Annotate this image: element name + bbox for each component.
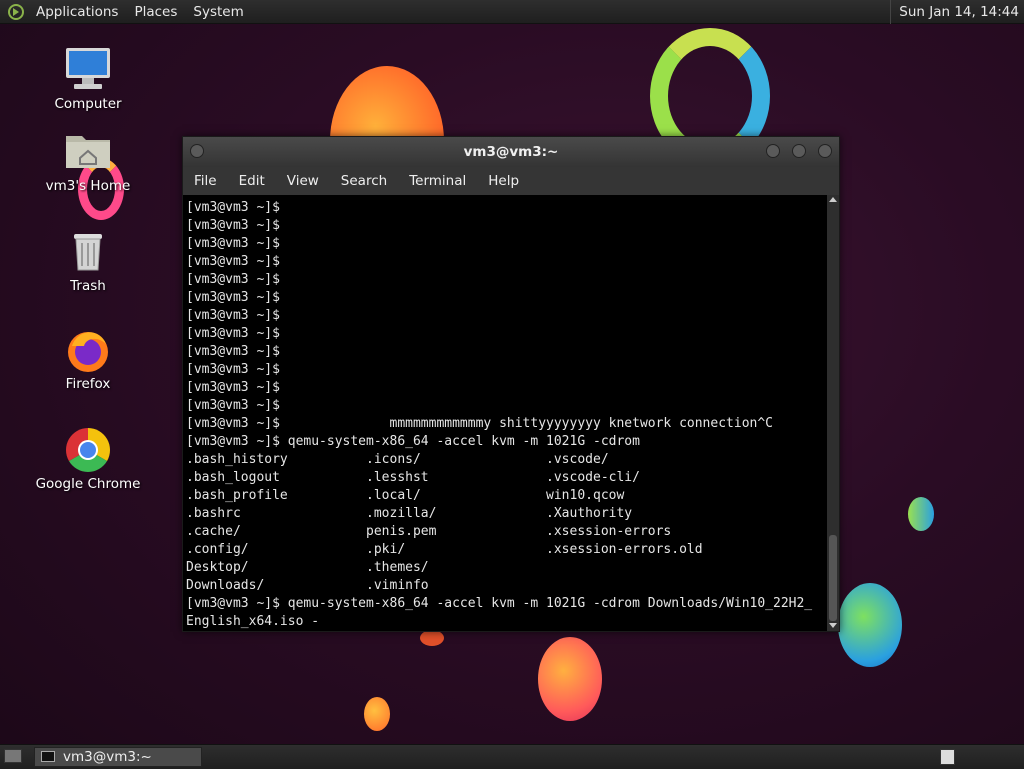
- firefox-icon: [64, 326, 112, 374]
- taskbar-window-label: vm3@vm3:~: [63, 749, 152, 765]
- desktop-icon-computer[interactable]: Computer: [33, 46, 143, 112]
- window-titlebar[interactable]: vm3@vm3:~: [183, 137, 839, 167]
- wallpaper-blob-small-blue: [908, 497, 934, 531]
- terminal-line: English_x64.iso -: [186, 614, 320, 629]
- maximize-button[interactable]: [792, 144, 806, 158]
- computer-icon: [64, 46, 112, 94]
- terminal-window[interactable]: vm3@vm3:~ File Edit View Search Terminal…: [182, 136, 840, 632]
- workspace-switcher[interactable]: [940, 749, 955, 765]
- menu-view[interactable]: View: [276, 167, 330, 195]
- menu-file[interactable]: File: [183, 167, 228, 195]
- terminal-line: [vm3@vm3 ~]$: [186, 272, 280, 287]
- terminal-line: [vm3@vm3 ~]$: [186, 254, 280, 269]
- terminal-line: [vm3@vm3 ~]$ qemu-system-x86_64 -accel k…: [186, 596, 813, 611]
- desktop-icon-trash[interactable]: Trash: [33, 228, 143, 294]
- terminal-line: [vm3@vm3 ~]$: [186, 380, 280, 395]
- terminal-icon: [41, 751, 55, 762]
- desktop-icon-label: vm3's Home: [45, 178, 131, 194]
- menu-edit[interactable]: Edit: [228, 167, 276, 195]
- scroll-down-arrow-icon[interactable]: [829, 623, 837, 628]
- menu-system[interactable]: System: [185, 0, 251, 24]
- desktop-icon-home[interactable]: vm3's Home: [33, 128, 143, 194]
- terminal-line: [vm3@vm3 ~]$: [186, 308, 280, 323]
- minimize-button[interactable]: [766, 144, 780, 158]
- menu-search[interactable]: Search: [330, 167, 398, 195]
- desktop-icon-chrome[interactable]: Google Chrome: [33, 426, 143, 492]
- menu-help[interactable]: Help: [477, 167, 530, 195]
- desktop-icon-label: Trash: [70, 278, 106, 294]
- bottom-panel: vm3@vm3:~: [0, 744, 1024, 769]
- terminal-line: [vm3@vm3 ~]$: [186, 398, 280, 413]
- terminal-line: [vm3@vm3 ~]$: [186, 200, 280, 215]
- terminal-line: [vm3@vm3 ~]$: [186, 236, 280, 251]
- scrollbar-thumb[interactable]: [829, 535, 837, 621]
- terminal-line: .config/ .pki/ .xsession-errors.old: [186, 542, 703, 557]
- wallpaper-blob-pink: [538, 637, 602, 721]
- terminal-output[interactable]: [vm3@vm3 ~]$ [vm3@vm3 ~]$ [vm3@vm3 ~]$ [vm3…: [183, 195, 827, 631]
- terminal-line: [vm3@vm3 ~]$: [186, 362, 280, 377]
- home-folder-icon: [64, 128, 112, 176]
- clock[interactable]: Sun Jan 14, 14:44: [890, 0, 1024, 24]
- show-desktop-icon[interactable]: [4, 749, 22, 763]
- terminal-line: [vm3@vm3 ~]$: [186, 326, 280, 341]
- terminal-line: .bash_logout .lesshst .vscode-cli/: [186, 470, 640, 485]
- wallpaper-blob-tiny-orange: [364, 697, 390, 731]
- taskbar-window-button[interactable]: vm3@vm3:~: [34, 747, 202, 767]
- terminal-text: [vm3@vm3 ~]$ [vm3@vm3 ~]$ [vm3@vm3 ~]$ [vm3…: [183, 195, 827, 631]
- wallpaper-blob-blue: [838, 583, 902, 667]
- menu-applications[interactable]: Applications: [28, 0, 126, 24]
- menu-places[interactable]: Places: [126, 0, 185, 24]
- terminal-line: .cache/ penis.pem .xsession-errors: [186, 524, 672, 539]
- terminal-line: [vm3@vm3 ~]$: [186, 290, 280, 305]
- terminal-line: .bashrc .mozilla/ .Xauthority: [186, 506, 633, 521]
- desktop-icon-label: Google Chrome: [35, 476, 141, 492]
- desktop-icon-label: Firefox: [65, 376, 111, 392]
- terminal-line: Desktop/ .themes/: [186, 560, 429, 575]
- terminal-line: .bash_history .icons/ .vscode/: [186, 452, 609, 467]
- desktop-icon-label: Computer: [54, 96, 122, 112]
- close-button[interactable]: [818, 144, 832, 158]
- scroll-up-arrow-icon[interactable]: [829, 197, 837, 202]
- terminal-scrollbar[interactable]: [827, 195, 839, 631]
- distro-logo-icon[interactable]: [8, 3, 24, 20]
- desktop-icon-firefox[interactable]: Firefox: [33, 326, 143, 392]
- terminal-line: [vm3@vm3 ~]$: [186, 218, 280, 233]
- chrome-icon: [64, 426, 112, 474]
- terminal-line: [vm3@vm3 ~]$ mmmmmmmmmmmmy shittyyyyyyyy…: [186, 416, 773, 431]
- top-panel: Applications Places System Sun Jan 14, 1…: [0, 0, 1024, 24]
- terminal-line: .bash_profile .local/ win10.qcow: [186, 488, 625, 503]
- terminal-line: [vm3@vm3 ~]$: [186, 344, 280, 359]
- window-title: vm3@vm3:~: [463, 144, 559, 160]
- wallpaper-blob-tiny-red: [420, 630, 444, 646]
- terminal-menubar: File Edit View Search Terminal Help: [183, 167, 839, 195]
- trash-icon: [64, 228, 112, 276]
- menu-terminal[interactable]: Terminal: [398, 167, 477, 195]
- terminal-line: Downloads/ .viminfo: [186, 578, 429, 593]
- terminal-line: [vm3@vm3 ~]$ qemu-system-x86_64 -accel k…: [186, 434, 640, 449]
